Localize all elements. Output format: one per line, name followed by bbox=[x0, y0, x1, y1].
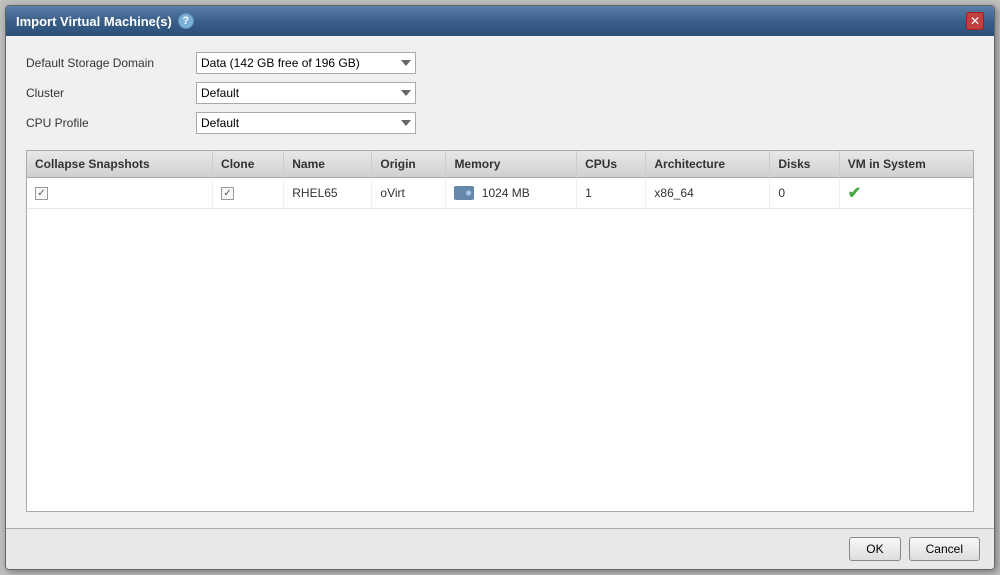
cpu-profile-select[interactable]: Default bbox=[196, 112, 416, 134]
col-architecture: Architecture bbox=[646, 151, 770, 178]
clone-checkbox[interactable] bbox=[221, 187, 234, 200]
dialog-title: Import Virtual Machine(s) bbox=[16, 14, 172, 29]
cluster-label: Cluster bbox=[26, 86, 186, 100]
cpu-profile-row: CPU Profile Default bbox=[26, 112, 974, 134]
storage-domain-row: Default Storage Domain Data (142 GB free… bbox=[26, 52, 974, 74]
cell-clone bbox=[213, 178, 284, 209]
cell-architecture: x86_64 bbox=[646, 178, 770, 209]
dialog-footer: OK Cancel bbox=[6, 528, 994, 569]
vm-in-system-icon: ✔ bbox=[848, 185, 861, 202]
col-disks: Disks bbox=[770, 151, 839, 178]
cancel-button[interactable]: Cancel bbox=[909, 537, 980, 561]
close-button[interactable]: ✕ bbox=[966, 12, 984, 30]
col-cpus: CPUs bbox=[577, 151, 646, 178]
help-icon[interactable]: ? bbox=[178, 13, 194, 29]
dialog-body: Default Storage Domain Data (142 GB free… bbox=[6, 36, 994, 528]
cell-memory: 1024 MB bbox=[446, 178, 577, 209]
vm-table-container: Collapse Snapshots Clone Name Origin Mem… bbox=[26, 150, 974, 512]
col-memory: Memory bbox=[446, 151, 577, 178]
cell-cpus: 1 bbox=[577, 178, 646, 209]
col-collapse-snapshots: Collapse Snapshots bbox=[27, 151, 213, 178]
cell-origin: oVirt bbox=[372, 178, 446, 209]
col-clone: Clone bbox=[213, 151, 284, 178]
table-header-row: Collapse Snapshots Clone Name Origin Mem… bbox=[27, 151, 973, 178]
col-origin: Origin bbox=[372, 151, 446, 178]
cell-collapse-snapshots bbox=[27, 178, 213, 209]
table-row: RHEL65 oVirt 1024 MB 1 x86_64 0 ✔ bbox=[27, 178, 973, 209]
col-vm-in-system: VM in System bbox=[839, 151, 973, 178]
cell-disks: 0 bbox=[770, 178, 839, 209]
cpu-profile-label: CPU Profile bbox=[26, 116, 186, 130]
ok-button[interactable]: OK bbox=[849, 537, 900, 561]
cluster-row: Cluster Default bbox=[26, 82, 974, 104]
storage-domain-select[interactable]: Data (142 GB free of 196 GB) bbox=[196, 52, 416, 74]
vm-table: Collapse Snapshots Clone Name Origin Mem… bbox=[27, 151, 973, 209]
title-bar-left: Import Virtual Machine(s) ? bbox=[16, 13, 194, 29]
col-name: Name bbox=[284, 151, 372, 178]
cluster-select[interactable]: Default bbox=[196, 82, 416, 104]
import-vm-dialog: Import Virtual Machine(s) ? ✕ Default St… bbox=[5, 5, 995, 570]
hdd-icon bbox=[454, 186, 474, 200]
cell-name: RHEL65 bbox=[284, 178, 372, 209]
title-bar: Import Virtual Machine(s) ? ✕ bbox=[6, 6, 994, 36]
cell-vm-in-system: ✔ bbox=[839, 178, 973, 209]
form-section: Default Storage Domain Data (142 GB free… bbox=[26, 52, 974, 134]
storage-label: Default Storage Domain bbox=[26, 56, 186, 70]
collapse-snapshots-checkbox[interactable] bbox=[35, 187, 48, 200]
